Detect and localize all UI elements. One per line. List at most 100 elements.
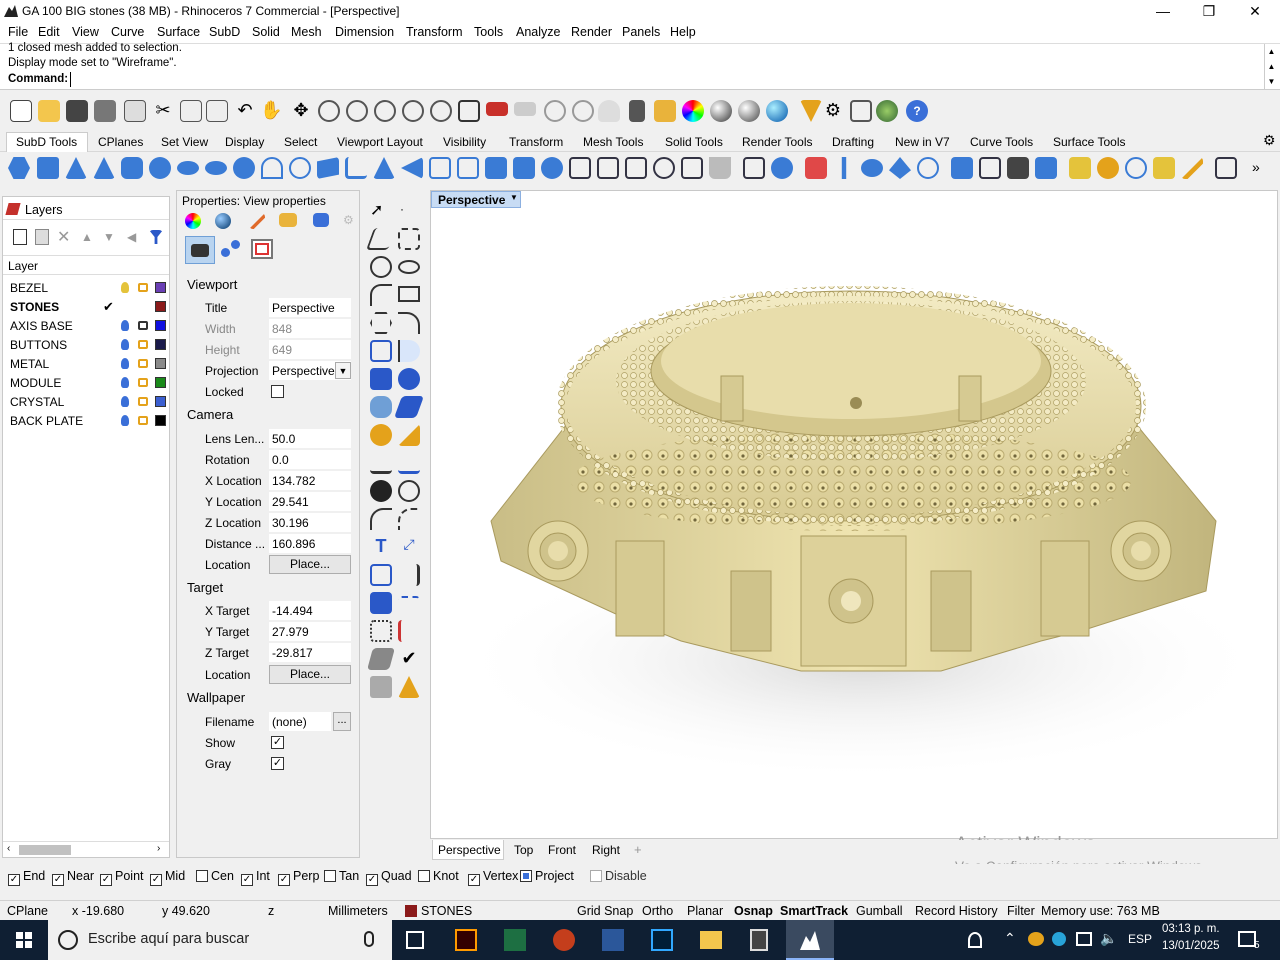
subd-stack-icon[interactable]: [889, 157, 911, 179]
z-location-field[interactable]: 30.196: [269, 513, 351, 532]
subd-settings-icon[interactable]: [1215, 157, 1237, 179]
dimension-icon[interactable]: [398, 424, 420, 446]
undo-icon[interactable]: ↶: [234, 100, 256, 122]
input-language[interactable]: ESP: [1128, 932, 1152, 946]
tab-drafting[interactable]: Drafting: [832, 135, 874, 149]
rhino-taskbar-button[interactable]: [786, 920, 834, 960]
render-icon[interactable]: [766, 100, 788, 122]
shaded-sphere-icon[interactable]: [710, 100, 732, 122]
subd-globe-icon[interactable]: [1125, 157, 1147, 179]
folder-icon[interactable]: [279, 213, 297, 227]
layer-lock-icon[interactable]: [138, 416, 148, 425]
tab-new-in-v7[interactable]: New in V7: [895, 135, 950, 149]
wallpaper-tab-icon[interactable]: [251, 239, 273, 259]
tab-mesh-tools[interactable]: Mesh Tools: [583, 135, 643, 149]
gray-checkbox[interactable]: ✓: [271, 757, 284, 770]
status-smarttrack[interactable]: SmartTrack: [780, 904, 848, 918]
status-ortho[interactable]: Ortho: [642, 904, 673, 918]
osnap-end[interactable]: ✓ End: [8, 869, 45, 886]
subd-to-nurbs-icon[interactable]: [1069, 157, 1091, 179]
status-grid-snap[interactable]: Grid Snap: [577, 904, 633, 918]
layers-scrollbar[interactable]: ‹ ›: [3, 841, 169, 857]
status-gumball[interactable]: Gumball: [856, 904, 903, 918]
network-tab-icon[interactable]: [219, 238, 243, 262]
layer-color-swatch[interactable]: [155, 339, 166, 350]
osnap-checkbox[interactable]: ✓: [8, 874, 20, 886]
osnap-near[interactable]: ✓ Near: [52, 869, 94, 886]
subd-donut-icon[interactable]: [233, 157, 255, 179]
layer-name[interactable]: METAL: [10, 357, 49, 371]
tab-solid-tools[interactable]: Solid Tools: [665, 135, 723, 149]
snap-icon[interactable]: [544, 100, 566, 122]
layer-name[interactable]: CRYSTAL: [10, 395, 64, 409]
subd-branch-icon[interactable]: [345, 157, 367, 179]
car-ghost-icon[interactable]: [514, 102, 536, 116]
layer-name[interactable]: BACK PLATE: [10, 414, 83, 428]
texture-icon[interactable]: [249, 213, 265, 229]
four-viewports-icon[interactable]: [458, 100, 480, 122]
boolean-union-icon[interactable]: [398, 368, 420, 390]
new-sublayer-icon[interactable]: [35, 229, 49, 245]
osnap-tan[interactable]: Tan: [324, 869, 359, 883]
osnap-checkbox[interactable]: [324, 870, 336, 882]
browse-button[interactable]: ...: [333, 712, 351, 731]
subd-grid-icon[interactable]: [569, 157, 591, 179]
box-solid-icon[interactable]: [370, 368, 392, 390]
options-gear-icon[interactable]: ⚙: [822, 100, 844, 122]
menu-render[interactable]: Render: [571, 25, 612, 39]
circle-icon[interactable]: [370, 256, 392, 278]
curve-from-object-icon[interactable]: [398, 312, 420, 334]
osnap-checkbox[interactable]: [418, 870, 430, 882]
mirror-icon[interactable]: [398, 564, 420, 586]
tab-curve-tools[interactable]: Curve Tools: [970, 135, 1033, 149]
viewport-tab-front[interactable]: Front: [548, 843, 576, 857]
tab-cplanes[interactable]: CPlanes: [98, 135, 143, 149]
help-icon[interactable]: ?: [906, 100, 928, 122]
menu-help[interactable]: Help: [670, 25, 696, 39]
osnap-checkbox[interactable]: ✓: [468, 874, 480, 886]
illustrator-icon[interactable]: [455, 929, 477, 951]
layer-row[interactable]: BACK PLATE: [3, 412, 169, 431]
viewport-tab-perspective[interactable]: Perspective: [438, 843, 501, 857]
y-location-field[interactable]: 29.541: [269, 492, 351, 511]
rotation-field[interactable]: 0.0: [269, 450, 351, 469]
save-icon[interactable]: [66, 100, 88, 122]
layer-row[interactable]: BUTTONS: [3, 336, 169, 355]
light-bulb-icon[interactable]: [598, 100, 620, 122]
explode-icon[interactable]: [398, 480, 420, 502]
osnap-knot[interactable]: Knot: [418, 869, 459, 883]
excel-icon[interactable]: [504, 929, 526, 951]
group-icon[interactable]: [370, 480, 392, 502]
layer-visible-bulb-icon[interactable]: [121, 377, 129, 388]
undo-view-icon[interactable]: [430, 100, 452, 122]
osnap-disable[interactable]: Disable: [590, 869, 647, 883]
offset-icon[interactable]: [370, 508, 392, 530]
filter-icon[interactable]: [149, 230, 163, 244]
prop-width-field[interactable]: 848: [269, 319, 351, 338]
paste-icon[interactable]: [206, 100, 228, 122]
subd-torus-icon[interactable]: [205, 161, 227, 175]
menu-file[interactable]: File: [8, 25, 28, 39]
menu-mesh[interactable]: Mesh: [291, 25, 322, 39]
tray-sync-icon[interactable]: [1052, 932, 1066, 946]
close-button[interactable]: ✕: [1232, 0, 1278, 22]
subd-tools-icon[interactable]: [1007, 157, 1029, 179]
layer-row[interactable]: MODULE: [3, 374, 169, 393]
subd-patch-icon[interactable]: [1153, 157, 1175, 179]
polyline-icon[interactable]: [365, 228, 397, 250]
locked-checkbox[interactable]: [271, 385, 284, 398]
osnap-checkbox[interactable]: ✓: [366, 874, 378, 886]
layer-name[interactable]: STONES: [10, 300, 59, 314]
layer-color-swatch[interactable]: [155, 377, 166, 388]
move-down-icon[interactable]: ▼: [103, 230, 125, 252]
menu-panels[interactable]: Panels: [622, 25, 660, 39]
tab-set-view[interactable]: Set View: [161, 135, 208, 149]
layer-lock-icon[interactable]: [138, 397, 148, 406]
new-layer-icon[interactable]: [13, 229, 27, 245]
subd-align-icon[interactable]: [743, 157, 765, 179]
subd-pyramid-icon[interactable]: [93, 157, 115, 179]
subd-sweep-icon[interactable]: [373, 157, 395, 179]
material-icon[interactable]: [215, 213, 231, 229]
subd-bucket-icon[interactable]: [709, 157, 731, 179]
copy-icon[interactable]: [180, 100, 202, 122]
